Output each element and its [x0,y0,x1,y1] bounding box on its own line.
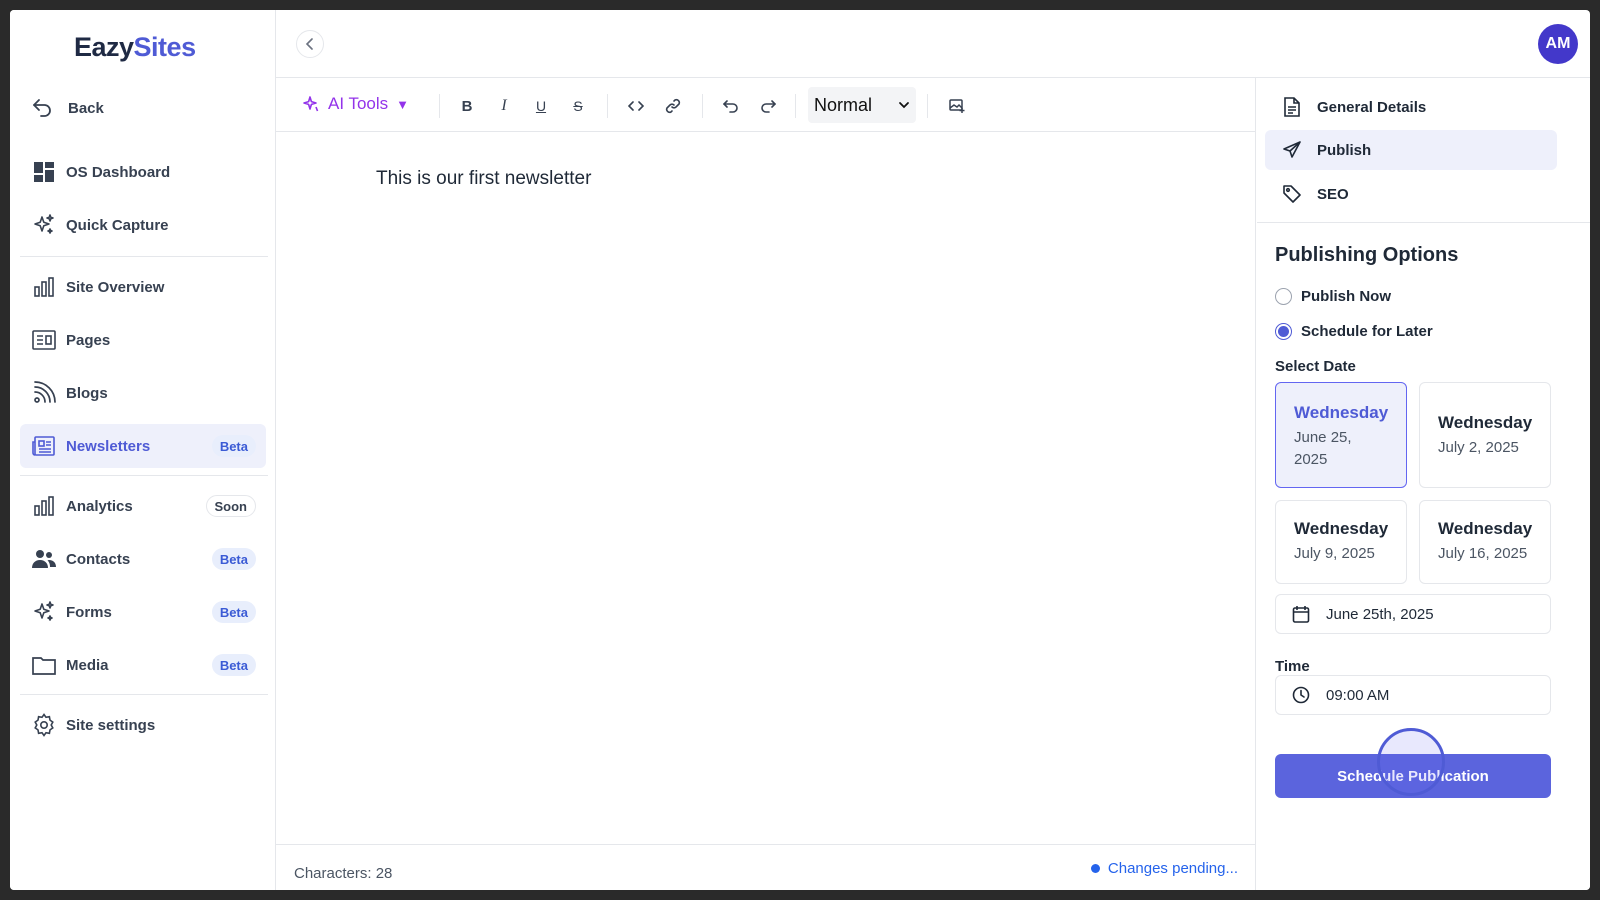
date-card[interactable]: Wednesday June 25, 2025 [1275,382,1407,488]
sidebar-item-forms[interactable]: Forms Beta [20,590,266,634]
tab-publish[interactable]: Publish [1265,130,1557,170]
sidebar-item-quick-capture[interactable]: Quick Capture [20,203,266,247]
app-window: EazySites Back OS Dashboard Quick Captur… [10,10,1590,890]
nav-group-tools: Analytics Soon Contacts Beta Forms Beta … [20,484,266,696]
calendar-icon [1292,606,1310,623]
time-label: Time [1275,658,1310,675]
sparkle-icon [32,213,56,237]
option-publish-now[interactable]: Publish Now [1275,288,1391,305]
editor-toolbar: AI Tools ▼ B I U S Normal [276,78,1256,132]
date-input[interactable]: June 25th, 2025 [1275,594,1551,634]
folder-icon [32,653,56,677]
sidebar: EazySites Back OS Dashboard Quick Captur… [10,10,276,890]
format-select[interactable]: Normal [808,87,916,123]
newspaper-icon [32,434,56,458]
radio-button[interactable] [1275,288,1292,305]
sidebar-item-site-settings[interactable]: Site settings [20,703,266,747]
date-card[interactable]: Wednesday July 16, 2025 [1419,500,1551,584]
pages-icon [32,328,56,352]
collapse-sidebar-button[interactable] [296,30,324,58]
schedule-publication-button[interactable]: Schedule Publication [1275,754,1551,798]
toolbar-divider [927,94,928,118]
editor: AI Tools ▼ B I U S Normal This is our fi… [276,78,1256,890]
publish-panel: General Details Publish SEO Publishing O… [1257,78,1590,890]
toolbar-divider [702,94,703,118]
time-input[interactable]: 09:00 AM [1275,675,1551,715]
tag-icon [1283,185,1301,203]
sidebar-item-newsletters[interactable]: Newsletters Beta [20,424,266,468]
bold-icon[interactable]: B [456,95,478,117]
panel-title: Publishing Options [1275,244,1459,266]
radio-button[interactable] [1275,323,1292,340]
rss-icon [32,381,56,405]
caret-down-icon: ▼ [396,96,410,112]
toolbar-divider [607,94,608,118]
back-button[interactable]: Back [30,96,104,120]
chevron-down-icon [899,102,909,109]
nav-group-settings: Site settings [20,703,266,756]
underline-icon[interactable]: U [530,95,552,117]
editor-content[interactable]: This is our first newsletter [376,168,591,190]
ai-tools-button[interactable]: AI Tools ▼ [302,94,409,114]
clock-icon [1292,686,1310,704]
nav-group-os: OS Dashboard Quick Capture [20,150,266,256]
logo[interactable]: EazySites [74,32,196,63]
save-status: Changes pending... [1090,860,1238,877]
sidebar-divider [20,694,268,695]
sidebar-item-contacts[interactable]: Contacts Beta [20,537,266,581]
sidebar-item-analytics[interactable]: Analytics Soon [20,484,266,528]
toolbar-divider [795,94,796,118]
document-icon [1284,97,1300,117]
bar-chart-icon [32,494,56,518]
select-date-label: Select Date [1275,358,1356,375]
sidebar-item-blogs[interactable]: Blogs [20,371,266,415]
character-count: Characters: 28 [294,865,393,882]
strikethrough-icon[interactable]: S [567,95,589,117]
beta-badge: Beta [211,654,256,676]
back-arrow-icon [33,99,51,117]
beta-badge: Beta [211,548,256,570]
editor-footer: Characters: 28 Changes pending... [276,844,1256,890]
date-card[interactable]: Wednesday July 2, 2025 [1419,382,1551,488]
date-card[interactable]: Wednesday July 9, 2025 [1275,500,1407,584]
option-schedule-later[interactable]: Schedule for Later [1275,323,1433,340]
users-icon [32,547,56,571]
beta-badge: Beta [211,601,256,623]
code-icon[interactable] [625,95,647,117]
sidebar-item-os-dashboard[interactable]: OS Dashboard [20,150,266,194]
sparkle-icon [32,600,56,624]
sidebar-item-media[interactable]: Media Beta [20,643,266,687]
sidebar-divider [20,256,268,257]
chevron-left-icon [305,38,313,50]
image-upload-icon[interactable] [946,95,968,117]
sidebar-item-pages[interactable]: Pages [20,318,266,362]
status-dot-icon [1090,864,1100,873]
italic-icon[interactable]: I [493,95,515,117]
tab-seo[interactable]: SEO [1265,174,1557,214]
link-icon[interactable] [662,95,684,117]
beta-badge: Beta [211,435,256,457]
sidebar-divider [20,475,268,476]
tab-general-details[interactable]: General Details [1265,87,1557,127]
gear-icon [32,713,56,737]
sidebar-item-site-overview[interactable]: Site Overview [20,265,266,309]
nav-group-site: Site Overview Pages Blogs Newsletters Be… [20,265,266,477]
redo-icon[interactable] [757,95,779,117]
undo-icon[interactable] [720,95,742,117]
top-bar: AM [276,10,1590,78]
bar-chart-icon [32,275,56,299]
panel-divider [1257,222,1590,223]
soon-badge: Soon [205,495,256,517]
toolbar-divider [439,94,440,118]
avatar[interactable]: AM [1538,24,1578,64]
send-icon [1283,141,1301,158]
grid-icon [32,160,56,184]
sparkle-icon [303,96,319,112]
